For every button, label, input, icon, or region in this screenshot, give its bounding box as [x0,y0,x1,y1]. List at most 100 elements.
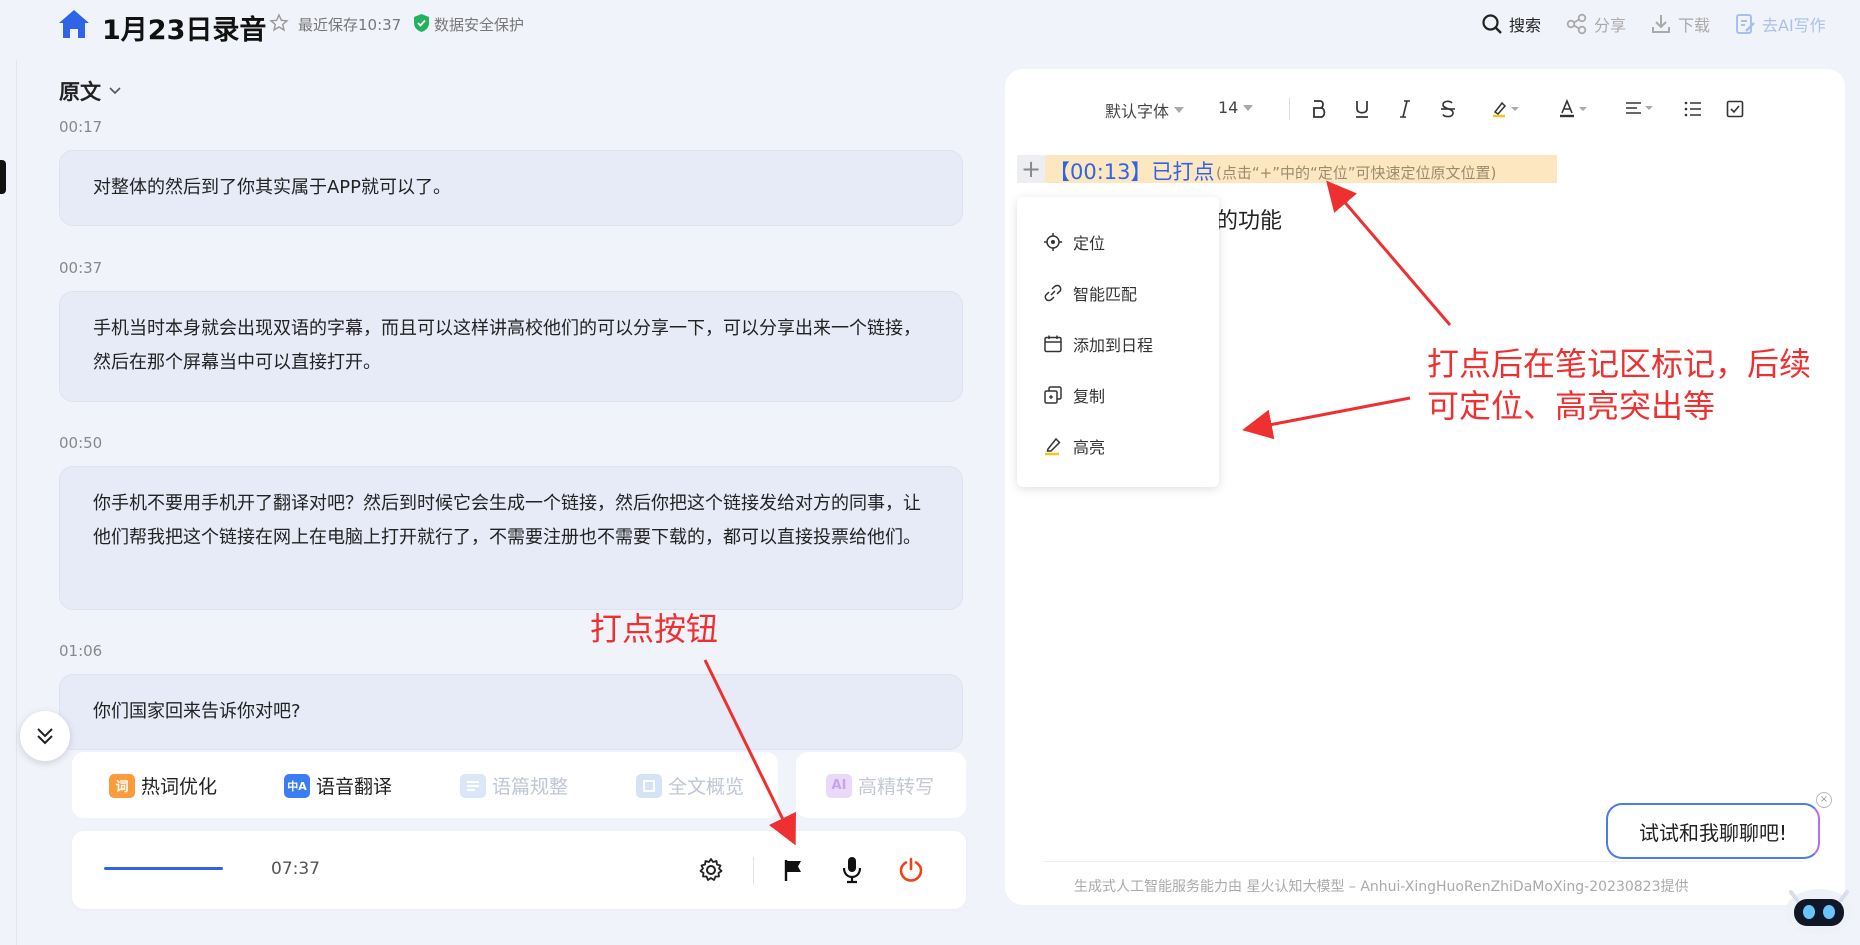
audio-waveform [104,867,223,870]
ai-write-button[interactable]: 去AI写作 [1734,12,1826,36]
translate-icon: 中A [284,773,310,798]
divider [753,857,754,885]
annotation-mark-button: 打点按钮 [590,610,719,648]
menu-item-label: 智能匹配 [1073,285,1138,304]
page-title[interactable]: 1月23日录音 [102,8,266,47]
scroll-to-bottom-button[interactable] [20,711,70,761]
menu-item-label: 定位 [1073,234,1106,253]
search-button[interactable]: 搜索 [1481,12,1541,36]
entry-time[interactable]: 00:17 [59,118,102,136]
download-icon [1652,15,1670,33]
caret-down-icon [1243,104,1254,111]
translate-label: 语音翻译 [316,776,393,798]
overview-label: 全文概览 [668,776,745,798]
menu-item-highlight[interactable]: 高亮 [1043,434,1105,458]
entry-time[interactable]: 00:50 [59,434,102,452]
toolbar-divider [1289,98,1290,120]
transcript-mode-label: 原文 [59,80,101,104]
power-icon [899,857,923,882]
shield-icon [414,14,429,32]
search-icon [1482,14,1502,34]
highlighter-icon [1045,437,1061,456]
download-button[interactable]: 下载 [1650,12,1710,36]
bold-button[interactable] [1306,96,1332,122]
annotation-note-line1: 打点后在笔记区标记，后续 [1427,345,1812,383]
share-label: 分享 [1594,16,1627,35]
close-icon[interactable]: × [1816,792,1832,808]
save-status: 最近保存10:37 [298,16,402,34]
strikethrough-button[interactable] [1435,96,1461,122]
entry-time[interactable]: 00:37 [59,259,102,277]
font-family-dropdown[interactable]: 默认字体 [1105,98,1185,122]
underline-button[interactable] [1349,96,1375,122]
font-size-dropdown[interactable]: 14 [1218,98,1254,117]
paragraph-icon [460,773,486,798]
italic-icon [1400,100,1410,118]
menu-item-label: 复制 [1073,387,1106,406]
hd-transcribe-icon: AI [826,773,852,798]
entry-time[interactable]: 01:06 [59,642,102,660]
share-icon [1566,13,1587,35]
home-icon[interactable] [57,8,91,40]
transcript-entry[interactable]: 对整体的然后到了你其实属于APP就可以了。 [59,150,963,226]
menu-item-add-schedule[interactable]: 添加到日程 [1043,332,1153,356]
underline-icon [1356,101,1368,118]
notes-panel [1005,69,1845,905]
caret-down-icon [1174,107,1185,113]
transcript-mode-dropdown[interactable]: 原文 [59,76,121,106]
font-color-button[interactable] [1556,96,1592,122]
transcript-entry[interactable]: 手机当时本身就会出现双语的字幕，而且可以这样讲高校他们的可以分享一下，可以分享出… [59,291,963,402]
recorder-bar [72,831,966,909]
assistant-robot-icon[interactable] [1781,878,1857,938]
strikethrough-icon [1441,100,1455,118]
copy-icon [1044,386,1062,404]
chat-prompt-bubble[interactable]: 试试和我聊聊吧! [1606,803,1820,859]
calendar-icon [1044,335,1062,353]
highlight-color-button[interactable] [1488,96,1524,122]
star-icon[interactable] [269,13,289,33]
mark-flag-button[interactable] [776,853,810,887]
ai-write-icon [1736,14,1755,34]
microphone-icon [842,857,862,884]
voice-translate-button[interactable]: 中A 语音翻译 [284,772,392,799]
transcript-entry[interactable]: 你们国家回来告诉你对吧? [59,674,963,750]
chevron-down-icon [109,87,121,95]
mark-plus-button[interactable]: + [1017,155,1045,183]
link-icon [1044,284,1062,302]
gear-icon [699,858,723,881]
microphone-button[interactable] [835,853,869,887]
bold-icon [1313,100,1326,118]
font-family-value: 默认字体 [1105,102,1170,121]
hd-transcribe-button[interactable]: AI 高精转写 [826,772,934,799]
annotation-note-line2: 可定位、高亮突出等 [1427,387,1716,425]
mark-timestamp[interactable]: 【00:13】已打点 [1049,156,1215,186]
menu-item-copy[interactable]: 复制 [1043,383,1105,407]
ai-service-notice: 生成式人工智能服务能力由 星火认知大模型 – Anhui-XingHuoRenZ… [1074,879,1689,895]
align-button[interactable] [1622,96,1658,122]
mark-hint: (点击“+”中的“定位”可快速定位原文位置) [1216,164,1497,182]
paragraph-normalize-button[interactable]: 语篇规整 [460,772,568,799]
hotword-optimize-button[interactable]: 词 热词优化 [109,772,217,799]
edge-marker [0,160,6,194]
menu-item-label: 添加到日程 [1073,336,1154,355]
font-color-icon [1560,99,1587,118]
menu-item-smart-match[interactable]: 智能匹配 [1043,281,1137,305]
transcript-entry[interactable]: 你手机不要用手机开了翻译对吧？然后到时候它会生成一个链接，然后你把这个链接发给对… [59,466,963,610]
checklist-button[interactable] [1722,96,1748,122]
note-text[interactable]: 的功能 [1216,203,1282,235]
ai-write-label: 去AI写作 [1762,16,1826,35]
bullet-list-icon [1684,101,1701,117]
locate-icon [1044,233,1062,251]
bullet-list-button[interactable] [1680,96,1706,122]
menu-item-locate[interactable]: 定位 [1043,230,1105,254]
overview-button[interactable]: 全文概览 [636,772,744,799]
font-size-value: 14 [1218,98,1239,117]
stop-recording-button[interactable] [894,853,928,887]
settings-button[interactable] [694,853,728,887]
italic-button[interactable] [1392,96,1418,122]
share-button[interactable]: 分享 [1566,12,1626,36]
double-chevron-down-icon [37,728,53,745]
hotword-icon: 词 [109,773,135,798]
left-border [16,60,17,945]
paragraph-label: 语篇规整 [492,776,569,798]
